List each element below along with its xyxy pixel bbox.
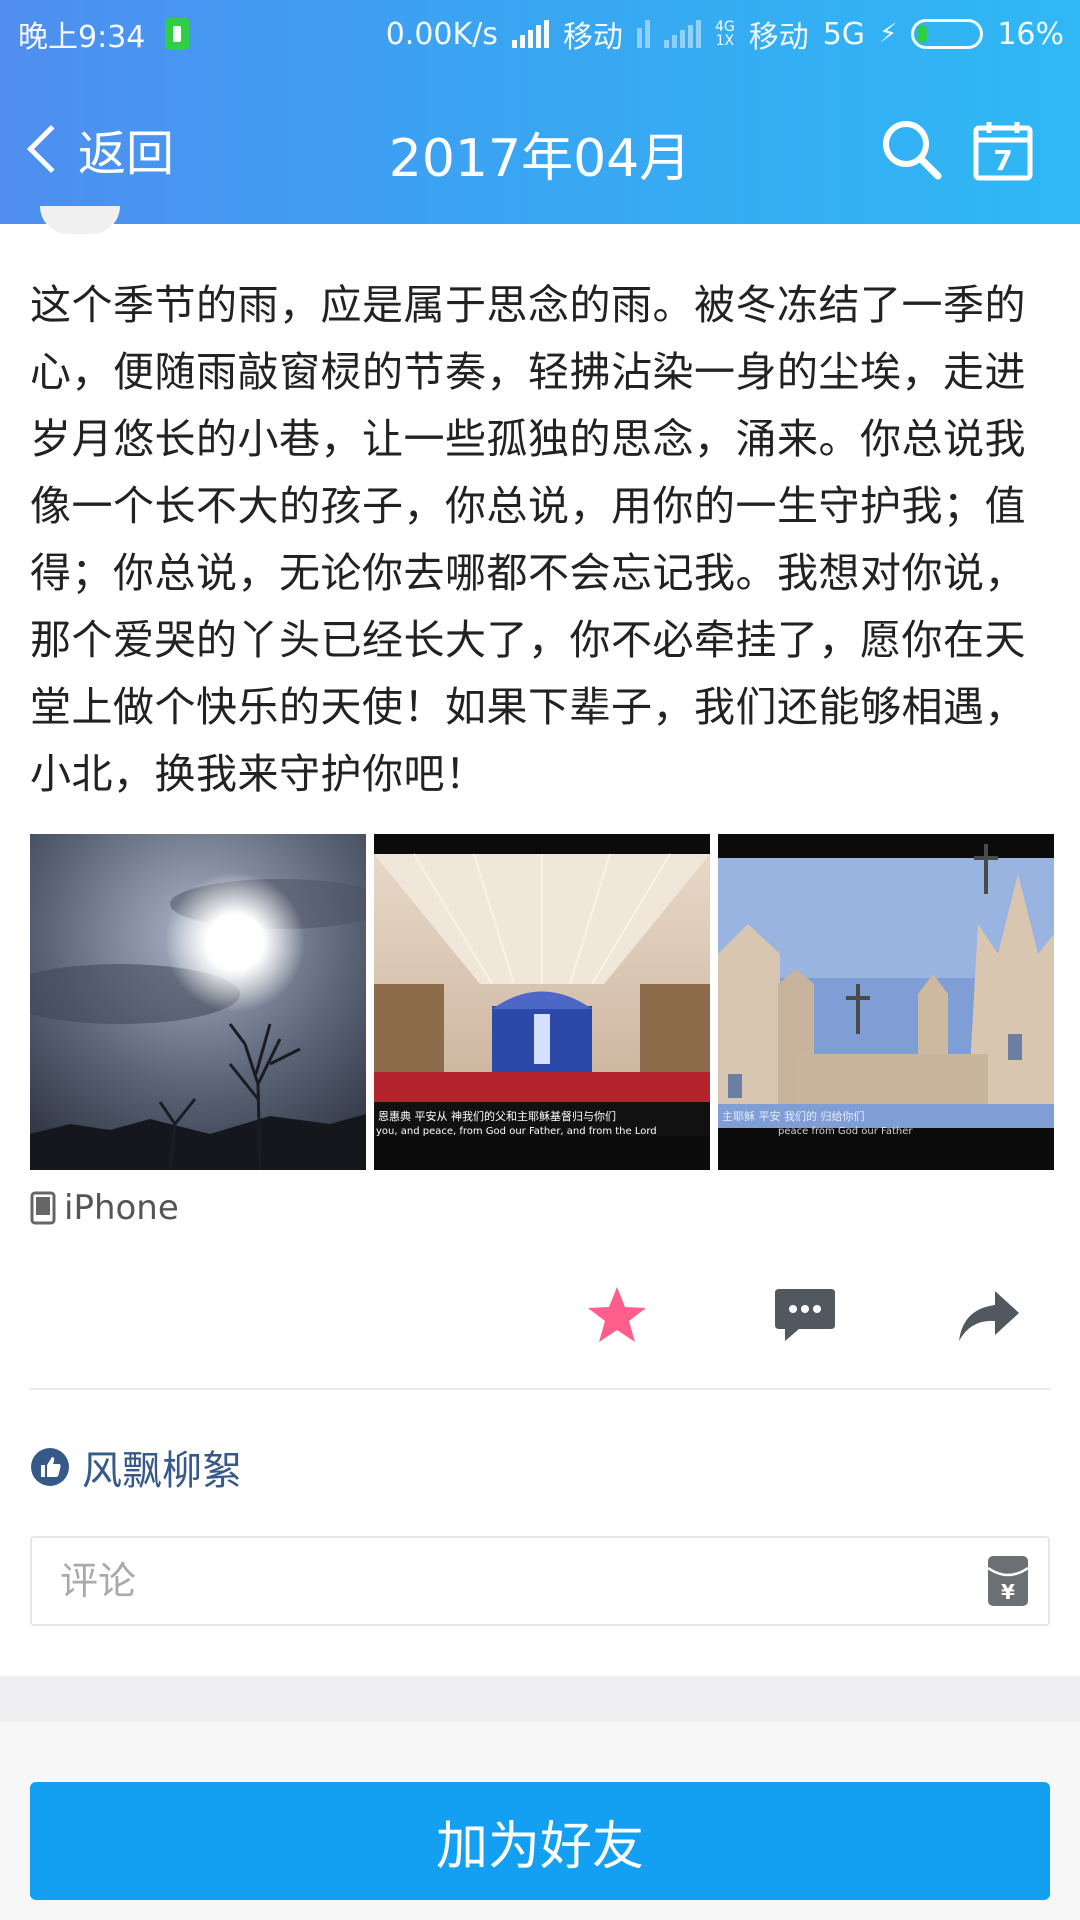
section-separator — [0, 1676, 1080, 1722]
battery-icon — [911, 19, 984, 49]
svg-text:恩惠典 平安从 神我们的父和主耶稣基督归与你们: 恩惠典 平安从 神我们的父和主耶稣基督归与你们 — [378, 1109, 616, 1123]
photo-sky[interactable] — [30, 834, 366, 1170]
photo-church-interior[interactable]: 恩惠典 平安从 神我们的父和主耶稣基督归与你们 you, and peace, … — [374, 834, 710, 1170]
status-bar: 晚上9:34 0.00K/s 移动 4G 1X 移动 5G ⚡ 16% — [0, 0, 1080, 62]
carrier-label-1: 移动 — [562, 20, 623, 55]
liker-name[interactable]: 风飘柳絮 — [82, 1438, 242, 1496]
comment-icon — [775, 1289, 835, 1341]
post-text: 这个季节的雨，应是属于思念的雨。被冬冻结了一季的心，便随雨敲窗棂的节奏，轻拂沾染… — [30, 281, 1026, 798]
carrier-label-2: 移动 — [748, 20, 809, 55]
share-arrow-icon — [959, 1291, 1019, 1341]
signal-strength-icon — [511, 20, 549, 48]
red-packet-icon: ¥ — [987, 1556, 1029, 1606]
network-type-small: 4G 1X — [714, 19, 735, 49]
photo-church-exterior[interactable]: 主耶稣 平安 我们的 归给你们 peace from God our Fathe… — [718, 834, 1054, 1170]
photo-grid: 恩惠典 平安从 神我们的父和主耶稣基督归与你们 you, and peace, … — [30, 834, 1054, 1170]
svg-text:peace from God our Father: peace from God our Father — [778, 1126, 913, 1137]
star-icon — [588, 1287, 646, 1342]
red-packet-button[interactable]: ¥ — [986, 1554, 1030, 1608]
device-source: iPhone — [30, 1188, 179, 1228]
network-type: 5G — [822, 16, 866, 52]
data-arrows-icon — [636, 20, 650, 48]
top-header: 晚上9:34 0.00K/s 移动 4G 1X 移动 5G ⚡ 16% 返回 2… — [0, 0, 1080, 224]
divider — [30, 1388, 1050, 1390]
post-actions — [0, 1270, 1080, 1370]
charging-bolt-icon: ⚡ — [879, 19, 898, 49]
svg-text:¥: ¥ — [1001, 1580, 1015, 1604]
battery-percent: 16% — [997, 16, 1064, 52]
likes-row: 风飘柳絮 — [30, 1438, 242, 1496]
favorite-button[interactable] — [572, 1270, 662, 1360]
calendar-button[interactable]: 7 — [972, 120, 1034, 182]
status-time: 晚上9:34 — [18, 20, 146, 55]
search-icon — [883, 121, 942, 180]
nav-bar: 返回 2017年04月 7 — [0, 96, 1080, 206]
comment-button[interactable] — [760, 1270, 850, 1360]
charging-app-icon — [165, 18, 190, 50]
share-button[interactable] — [944, 1270, 1034, 1360]
device-label: iPhone — [64, 1188, 179, 1228]
chevron-left-icon — [26, 124, 76, 174]
back-label: 返回 — [78, 126, 175, 182]
calendar-day: 7 — [993, 144, 1012, 177]
phone-icon — [30, 1191, 56, 1225]
comment-input[interactable] — [60, 1538, 960, 1624]
search-button[interactable] — [878, 116, 944, 182]
calendar-icon: 7 — [973, 122, 1033, 181]
network-speed: 0.00K/s — [385, 16, 498, 52]
svg-text:主耶稣 平安 我们的 归给你们: 主耶稣 平安 我们的 归给你们 — [722, 1109, 865, 1123]
comment-box: ¥ — [30, 1536, 1050, 1626]
avatar[interactable] — [40, 206, 120, 234]
add-friend-button[interactable]: 加为好友 — [30, 1782, 1050, 1900]
signal-strength-2-icon — [663, 20, 701, 48]
thumbs-up-icon — [31, 1448, 69, 1486]
back-button[interactable]: 返回 — [22, 114, 174, 184]
svg-text:you, and peace, from God our F: you, and peace, from God our Father, and… — [376, 1126, 657, 1137]
